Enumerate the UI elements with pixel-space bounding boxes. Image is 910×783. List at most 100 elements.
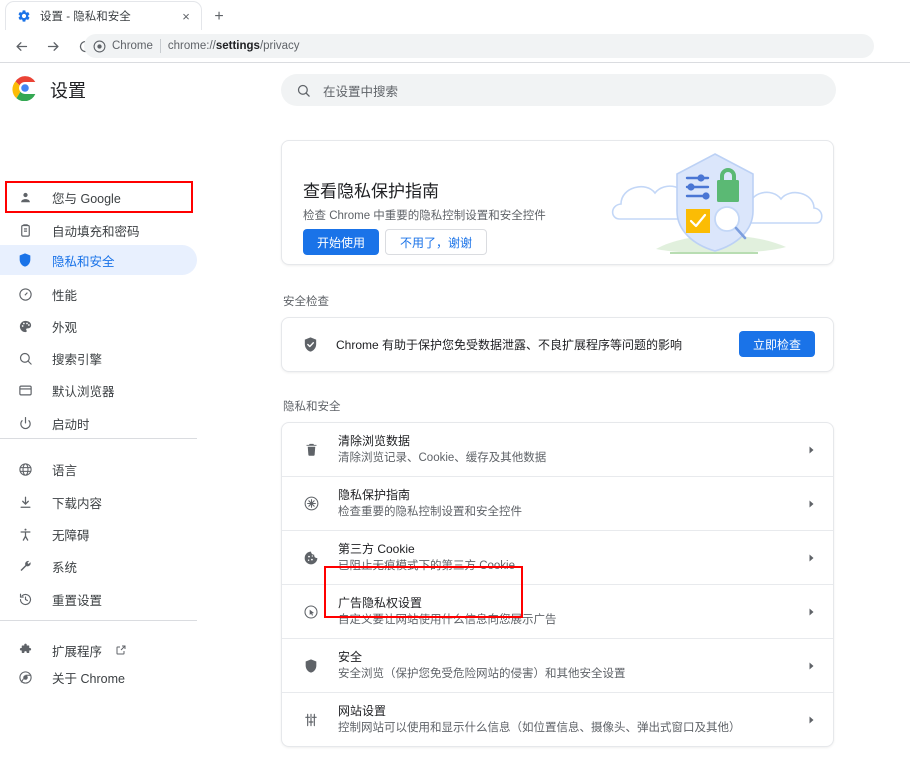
sidebar-item-reset-settings[interactable]: 重置设置 [0,584,197,614]
chevron-right-icon[interactable] [805,714,817,726]
palette-icon [15,316,35,336]
sidebar-item-autofill-passwords[interactable]: 自动填充和密码 [0,215,197,245]
privacy-row-subtitle: 控制网站可以使用和显示什么信息（如位置信息、摄像头、弹出式窗口及其他） [338,722,741,734]
browser-window-icon [15,380,35,400]
back-button[interactable] [8,33,34,59]
sidebar-item-you-and-google[interactable]: 您与 Google [0,182,197,212]
close-icon[interactable]: × [179,9,193,23]
browser-chrome: 设置 - 隐私和安全 × + Chrome chrome://settings/… [0,0,910,63]
check-now-button[interactable]: 立即检查 [738,331,815,357]
settings-gear-icon [16,8,32,24]
page-title: 设置 [50,81,86,101]
clipboard-icon [15,220,35,240]
new-tab-button[interactable]: + [208,6,230,28]
search-input[interactable]: 在设置中搜索 [281,74,836,106]
privacy-row-title: 清除浏览数据 [338,434,411,448]
sidebar-item-label: 无障碍 [52,528,90,543]
chrome-outline-icon [15,667,35,687]
privacy-settings-list: 清除浏览数据 清除浏览记录、Cookie、缓存及其他数据 隐私保护指南 检查重要… [281,422,834,747]
chevron-right-icon[interactable] [805,498,817,510]
forward-button[interactable] [40,33,66,59]
shield-check-icon [301,336,319,354]
privacy-guide-icon [301,494,321,514]
omnibox-url: chrome://settings/privacy [168,40,300,52]
shield-icon [15,250,35,270]
chevron-right-icon[interactable] [805,552,817,564]
url-bold-segment: settings [215,40,260,52]
sidebar-item-downloads[interactable]: 下载内容 [0,487,197,517]
trash-icon [301,440,321,460]
privacy-row-ad-privacy[interactable]: 广告隐私权设置 自定义要让网站使用什么信息向您展示广告 [282,585,833,639]
sidebar-item-label: 重置设置 [52,593,103,608]
sidebar-item-on-startup[interactable]: 启动时 [0,408,197,438]
privacy-row-title: 网站设置 [338,704,387,718]
dismiss-privacy-guide-button[interactable]: 不用了，谢谢 [385,229,488,255]
speedometer-icon [15,284,35,304]
chevron-right-icon[interactable] [805,660,817,672]
privacy-row-third-party-cookies[interactable]: 第三方 Cookie 已阻止无痕模式下的第三方 Cookie [282,531,833,585]
url-suffix: /privacy [259,40,300,52]
tab-strip: 设置 - 隐私和安全 × + [0,0,910,30]
chevron-right-icon[interactable] [805,606,817,618]
privacy-row-subtitle: 自定义要让网站使用什么信息向您展示广告 [338,614,557,626]
sidebar-item-search-engine[interactable]: 搜索引擎 [0,343,197,373]
browser-tab[interactable]: 设置 - 隐私和安全 × [6,2,201,30]
sidebar-item-label: 关于 Chrome [52,671,125,686]
shield-icon [301,656,321,676]
sidebar-item-label: 系统 [52,560,78,575]
address-bar[interactable]: Chrome chrome://settings/privacy [84,34,874,58]
privacy-row-subtitle: 已阻止无痕模式下的第三方 Cookie [338,560,515,572]
search-placeholder: 在设置中搜索 [323,84,399,99]
omnibox-separator [159,39,161,53]
sidebar-item-label: 性能 [52,288,78,303]
sidebar-item-performance[interactable]: 性能 [0,279,197,309]
power-icon [15,413,35,433]
sidebar-item-label: 扩展程序 [52,644,103,659]
download-icon [15,492,35,512]
privacy-shield-clouds-illustration [608,145,823,264]
privacy-row-security[interactable]: 安全 安全浏览（保护您免受危险网站的侵害）和其他安全设置 [282,639,833,693]
sidebar-item-languages[interactable]: 语言 [0,454,197,484]
settings-sidebar: 您与 Google 自动填充和密码 隐私和安全 性能 外观 搜索引擎 默认浏览器… [0,113,210,783]
sidebar-item-extensions[interactable]: 扩展程序 [0,635,197,665]
chrome-product-icon [92,39,106,53]
search-icon [295,82,311,98]
cookie-icon [301,548,321,568]
settings-page: 设置 在设置中搜索 您与 Google 自动填充和密码 隐私和安全 性能 外观 … [0,63,910,783]
sidebar-item-label: 下载内容 [52,496,103,511]
privacy-row-site-settings[interactable]: 网站设置 控制网站可以使用和显示什么信息（如位置信息、摄像头、弹出式窗口及其他） [282,693,833,746]
omnibox-chip-label: Chrome [112,40,153,52]
safety-check-section-label: 安全检查 [283,296,329,308]
safety-check-card: Chrome 有助于保护您免受数据泄露、不良扩展程序等问题的影响 立即检查 [281,317,834,372]
start-privacy-guide-button[interactable]: 开始使用 [303,229,380,255]
search-icon [15,348,35,368]
sidebar-item-label: 隐私和安全 [52,254,115,269]
privacy-row-title: 安全 [338,650,363,664]
sidebar-item-about-chrome[interactable]: 关于 Chrome [0,662,197,692]
chrome-logo-icon [12,75,38,102]
settings-header: 设置 在设置中搜索 [0,63,910,113]
privacy-row-subtitle: 清除浏览记录、Cookie、缓存及其他数据 [338,452,547,464]
privacy-row-texts: 隐私保护指南 检查重要的隐私控制设置和安全控件 [338,487,522,520]
sidebar-item-privacy-security[interactable]: 隐私和安全 [0,245,197,275]
sidebar-divider [0,620,197,621]
sidebar-item-accessibility[interactable]: 无障碍 [0,519,197,549]
person-icon [15,187,35,207]
sidebar-item-label: 外观 [52,320,78,335]
sidebar-item-system[interactable]: 系统 [0,551,197,581]
privacy-row-privacy-guide[interactable]: 隐私保护指南 检查重要的隐私控制设置和安全控件 [282,477,833,531]
sidebar-item-label: 启动时 [52,417,90,432]
privacy-row-title: 隐私保护指南 [338,488,411,502]
history-restore-icon [15,589,35,609]
chevron-right-icon[interactable] [805,444,817,456]
puzzle-icon [15,640,35,660]
tab-title: 设置 - 隐私和安全 [40,11,131,23]
privacy-row-title: 广告隐私权设置 [338,596,423,610]
sidebar-item-label: 默认浏览器 [52,384,115,399]
sidebar-item-appearance[interactable]: 外观 [0,311,197,341]
privacy-row-clear-browsing-data[interactable]: 清除浏览数据 清除浏览记录、Cookie、缓存及其他数据 [282,423,833,477]
sidebar-item-default-browser[interactable]: 默认浏览器 [0,375,197,405]
safety-check-description: Chrome 有助于保护您免受数据泄露、不良扩展程序等问题的影响 [336,338,683,352]
sidebar-item-label: 您与 Google [52,191,121,206]
sidebar-item-label: 语言 [52,463,78,478]
